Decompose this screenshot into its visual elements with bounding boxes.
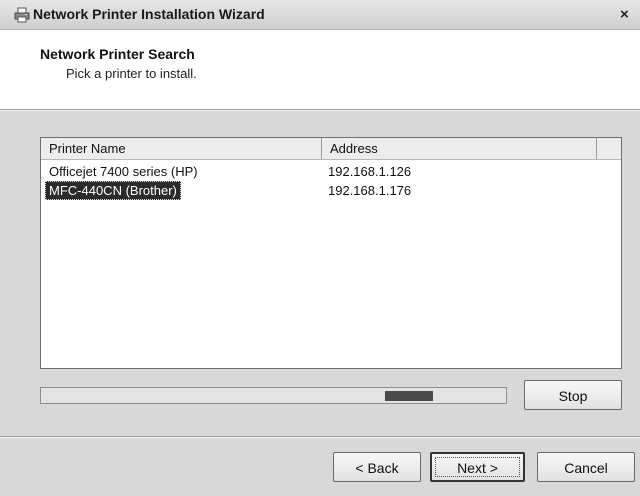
header-divider — [0, 110, 640, 111]
printer-icon — [14, 7, 30, 23]
page-title: Network Printer Search — [40, 46, 195, 62]
column-header-blank[interactable] — [597, 138, 621, 159]
cancel-button[interactable]: Cancel — [537, 452, 635, 482]
list-item-selected[interactable]: MFC-440CN (Brother) 192.168.1.176 — [41, 181, 621, 200]
printer-address: 192.168.1.126 — [328, 164, 412, 179]
wizard-header: Network Printer Search Pick a printer to… — [0, 30, 640, 110]
search-progress-bar — [40, 387, 507, 404]
footer-divider-highlight — [0, 437, 640, 438]
list-header: Printer Name Address — [41, 138, 621, 160]
close-button[interactable]: × — [620, 6, 640, 24]
printer-name: Officejet 7400 series (HP) — [49, 164, 198, 179]
printer-address: 192.168.1.176 — [328, 183, 412, 198]
printer-list[interactable]: Printer Name Address Officejet 7400 seri… — [40, 137, 622, 369]
title-bar[interactable]: Network Printer Installation Wizard × — [0, 0, 640, 30]
list-item[interactable]: Officejet 7400 series (HP) 192.168.1.126 — [41, 162, 621, 181]
back-button[interactable]: < Back — [333, 452, 421, 482]
next-button[interactable]: Next > — [430, 452, 525, 482]
progress-marquee-block — [385, 391, 433, 401]
stop-button[interactable]: Stop — [524, 380, 622, 410]
printer-name: MFC-440CN (Brother) — [45, 181, 181, 200]
page-subtitle: Pick a printer to install. — [66, 66, 197, 81]
column-header-address[interactable]: Address — [322, 138, 597, 159]
window-title: Network Printer Installation Wizard — [33, 6, 265, 22]
column-header-printer-name[interactable]: Printer Name — [41, 138, 322, 159]
